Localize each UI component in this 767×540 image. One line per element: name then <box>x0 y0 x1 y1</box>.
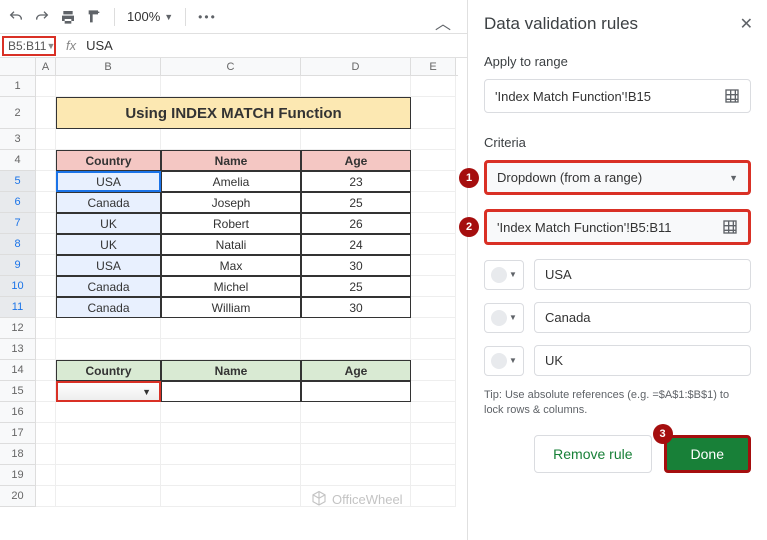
name-box[interactable]: B5:B11▼ <box>2 36 56 56</box>
row-header[interactable]: 19 <box>0 465 36 486</box>
table-title: Using INDEX MATCH Function <box>56 97 411 129</box>
remove-rule-button[interactable]: Remove rule <box>534 435 651 473</box>
criteria-range-input[interactable]: 2 'Index Match Function'!B5:B11 <box>484 209 751 245</box>
table-header: Name <box>161 360 301 381</box>
more-icon[interactable]: ••• <box>198 10 217 24</box>
cell[interactable]: USA <box>56 255 161 276</box>
zoom-selector[interactable]: 100%▼ <box>127 9 173 24</box>
cell[interactable]: 30 <box>301 255 411 276</box>
select-all-corner[interactable] <box>0 58 36 75</box>
cell[interactable]: Canada <box>56 192 161 213</box>
col-header[interactable]: D <box>301 58 411 75</box>
table-header: Name <box>161 150 301 171</box>
redo-icon[interactable] <box>34 9 50 25</box>
row-header[interactable]: 7 <box>0 213 36 234</box>
row-header[interactable]: 13 <box>0 339 36 360</box>
col-header[interactable]: E <box>411 58 456 75</box>
cell[interactable]: William <box>161 297 301 318</box>
row-header[interactable]: 20 <box>0 486 36 507</box>
separator <box>114 8 115 26</box>
cell[interactable]: UK <box>56 234 161 255</box>
cell[interactable]: 26 <box>301 213 411 234</box>
option-row: ▼ USA <box>484 259 751 290</box>
cell[interactable]: Michel <box>161 276 301 297</box>
cell[interactable]: Joseph <box>161 192 301 213</box>
row-header[interactable]: 8 <box>0 234 36 255</box>
cell[interactable]: 25 <box>301 276 411 297</box>
cell[interactable]: 25 <box>301 192 411 213</box>
chevron-down-icon: ▼ <box>142 387 151 397</box>
select-range-icon[interactable] <box>724 88 740 104</box>
row-header[interactable]: 10 <box>0 276 36 297</box>
row-header[interactable]: 2 <box>0 97 36 129</box>
cell[interactable]: Robert <box>161 213 301 234</box>
col-header[interactable]: B <box>56 58 161 75</box>
annotation-badge-1: 1 <box>459 168 479 188</box>
undo-icon[interactable] <box>8 9 24 25</box>
spreadsheet: A B C D E 1 2Using INDEX MATCH Function … <box>0 58 458 538</box>
option-row: ▼ UK <box>484 345 751 376</box>
panel-title: Data validation rules <box>484 14 751 34</box>
col-header[interactable]: A <box>36 58 56 75</box>
row-header[interactable]: 15 <box>0 381 36 402</box>
color-swatch-button[interactable]: ▼ <box>484 303 524 333</box>
row-header[interactable]: 16 <box>0 402 36 423</box>
done-button[interactable]: 3 Done <box>664 435 751 473</box>
row-header[interactable]: 18 <box>0 444 36 465</box>
fx-icon: fx <box>66 38 76 53</box>
chevron-up-icon[interactable]: ︿ <box>435 10 451 34</box>
row-header[interactable]: 5 <box>0 171 36 192</box>
option-value[interactable]: UK <box>534 345 751 376</box>
col-header[interactable]: C <box>161 58 301 75</box>
data-validation-panel: Data validation rules ✕ Apply to range '… <box>467 0 767 540</box>
cell[interactable] <box>161 381 301 402</box>
annotation-badge-2: 2 <box>459 217 479 237</box>
table-header: Country <box>56 150 161 171</box>
option-row: ▼ Canada <box>484 302 751 333</box>
cell[interactable]: Amelia <box>161 171 301 192</box>
tip-text: Tip: Use absolute references (e.g. =$A$1… <box>484 388 751 419</box>
option-value[interactable]: USA <box>534 259 751 290</box>
cell[interactable] <box>301 381 411 402</box>
criteria-type-select[interactable]: 1 Dropdown (from a range) ▼ <box>484 160 751 195</box>
table-header: Age <box>301 150 411 171</box>
row-header[interactable]: 17 <box>0 423 36 444</box>
row-header[interactable]: 14 <box>0 360 36 381</box>
print-icon[interactable] <box>60 9 76 25</box>
table-header: Country <box>56 360 161 381</box>
chevron-down-icon: ▼ <box>729 173 738 183</box>
cell[interactable]: Natali <box>161 234 301 255</box>
row-header[interactable]: 1 <box>0 76 36 97</box>
color-swatch-button[interactable]: ▼ <box>484 260 524 290</box>
apply-range-input[interactable]: 'Index Match Function'!B15 <box>484 79 751 113</box>
cell[interactable]: UK <box>56 213 161 234</box>
row-header[interactable]: 4 <box>0 150 36 171</box>
table-header: Age <box>301 360 411 381</box>
row-header[interactable]: 11 <box>0 297 36 318</box>
cell[interactable]: 24 <box>301 234 411 255</box>
cell[interactable]: 30 <box>301 297 411 318</box>
annotation-badge-3: 3 <box>653 424 673 444</box>
apply-to-range-label: Apply to range <box>484 54 751 69</box>
option-value[interactable]: Canada <box>534 302 751 333</box>
cell[interactable]: Max <box>161 255 301 276</box>
row-header[interactable]: 9 <box>0 255 36 276</box>
row-header[interactable]: 12 <box>0 318 36 339</box>
cell[interactable]: USA <box>56 171 161 192</box>
row-header[interactable]: 3 <box>0 129 36 150</box>
select-range-icon[interactable] <box>722 219 738 235</box>
color-swatch-button[interactable]: ▼ <box>484 346 524 376</box>
formula-input[interactable]: USA <box>86 38 113 53</box>
row-header[interactable]: 6 <box>0 192 36 213</box>
cell[interactable]: Canada <box>56 297 161 318</box>
close-icon[interactable]: ✕ <box>740 14 753 34</box>
watermark: OfficeWheel <box>310 490 403 508</box>
dropdown-cell[interactable]: ▼ <box>56 381 161 402</box>
cell[interactable]: 23 <box>301 171 411 192</box>
paint-format-icon[interactable] <box>86 9 102 25</box>
criteria-label: Criteria <box>484 135 751 150</box>
separator <box>185 8 186 26</box>
cell[interactable]: Canada <box>56 276 161 297</box>
